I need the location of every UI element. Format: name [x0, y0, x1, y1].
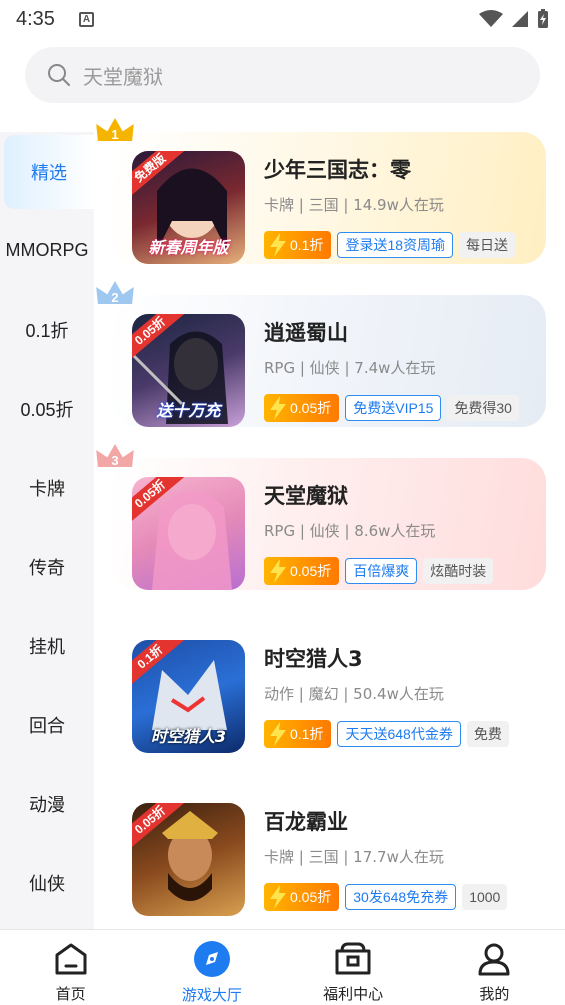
nav-game-hall[interactable]: 游戏大厅	[141, 930, 282, 1004]
category-turn-based[interactable]: 回合	[0, 685, 94, 764]
category-sidebar: 精选 MMORPG 0.1折 0.05折 卡牌 传奇 挂机 回合 动漫 仙侠	[0, 132, 94, 929]
thumbnail-caption: 时空猎人3	[150, 727, 227, 746]
search-bar[interactable]: 天堂魔狱	[25, 47, 540, 103]
welfare-tag: 免费送VIP15	[345, 395, 442, 421]
category-xianxia[interactable]: 仙侠	[0, 843, 94, 922]
category-0-05-discount[interactable]: 0.05折	[0, 369, 94, 448]
nav-profile[interactable]: 我的	[424, 930, 565, 1004]
extra-tag: 每日送	[459, 232, 516, 258]
status-bar: 4:35 A	[0, 0, 565, 38]
discount-badge: 0.05折	[264, 394, 340, 422]
discount-badge: 0.05折	[264, 557, 340, 585]
game-meta: 卡牌 | 三国 | 17.7w人在玩	[264, 848, 444, 866]
game-thumbnail[interactable]: 0.05折	[132, 803, 245, 916]
game-card[interactable]: 0.1折 时空猎人3 时空猎人3 动作 | 魔幻 | 50.4w人在玩 0.1折…	[113, 621, 546, 753]
discount-badge: 0.05折	[264, 883, 340, 911]
extra-tag: 1000	[462, 884, 508, 910]
discount-badge: 0.1折	[264, 720, 332, 748]
game-card[interactable]: 2 0.05折 送十万充 逍遥蜀山 RPG | 仙侠 | 7.4w人在玩 0.0…	[93, 276, 546, 427]
welfare-tag: 百倍爆爽	[345, 558, 418, 584]
tag-row: 0.05折 30发648免充券 1000	[264, 882, 527, 912]
profile-icon	[475, 940, 513, 977]
lightning-icon	[270, 722, 286, 746]
game-meta: RPG | 仙侠 | 8.6w人在玩	[264, 522, 436, 540]
bronze-crown-rank-icon: 3	[93, 439, 137, 469]
battery-icon	[538, 9, 548, 28]
game-meta: 卡牌 | 三国 | 14.9w人在玩	[264, 196, 444, 214]
extra-tag: 免费	[466, 721, 509, 747]
welfare-box-icon	[334, 940, 372, 977]
discount-text: 0.05折	[290, 889, 332, 905]
category-anime[interactable]: 动漫	[0, 764, 94, 843]
game-meta: RPG | 仙侠 | 7.4w人在玩	[264, 359, 436, 377]
tag-row: 0.1折 登录送18资周瑜 每日送	[264, 230, 527, 260]
game-title: 天堂魔狱	[264, 484, 348, 508]
game-card[interactable]: 0.05折 百龙霸业 卡牌 | 三国 | 17.7w人在玩 0.05折 30发6…	[113, 784, 546, 916]
extra-tag: 免费得30	[447, 395, 519, 421]
category-mmorpg[interactable]: MMORPG	[0, 211, 94, 290]
discount-text: 0.1折	[290, 726, 324, 742]
nav-game-hall-label: 游戏大厅	[181, 986, 242, 1004]
game-thumbnail[interactable]: 免费版 新春周年版	[132, 151, 245, 264]
game-meta: 动作 | 魔幻 | 50.4w人在玩	[264, 685, 444, 703]
game-thumbnail[interactable]: 0.05折 送十万充	[132, 314, 245, 427]
discount-badge: 0.1折	[264, 231, 332, 259]
category-card[interactable]: 卡牌	[0, 448, 94, 527]
discount-text: 0.05折	[290, 563, 332, 579]
nav-profile-label: 我的	[479, 985, 510, 1003]
tag-row: 0.05折 百倍爆爽 炫酷时装	[264, 556, 527, 586]
extra-tag: 炫酷时装	[423, 558, 494, 584]
tag-row: 0.05折 免费送VIP15 免费得30	[264, 393, 527, 423]
game-title: 百龙霸业	[264, 810, 348, 834]
thumbnail-caption: 新春周年版	[148, 238, 229, 257]
lightning-icon	[270, 396, 286, 420]
game-hall-icon	[193, 940, 231, 978]
status-time: 4:35	[16, 7, 55, 30]
welfare-tag: 天天送648代金券	[337, 721, 461, 747]
notification-a-icon: A	[78, 11, 94, 27]
game-card[interactable]: 1 免费版 新春周年版 少年三国志：零 卡牌 | 三国 | 14.9w人在玩 0…	[93, 113, 546, 264]
wifi-icon	[479, 10, 503, 27]
bottom-navigation: 首页 游戏大厅 福利中心 我的	[0, 929, 565, 1004]
nav-welfare-center-label: 福利中心	[323, 985, 384, 1003]
rank-number: 1	[111, 127, 118, 142]
nav-welfare-center[interactable]: 福利中心	[283, 930, 424, 1004]
category-featured[interactable]: 精选	[4, 135, 94, 209]
rank-number: 2	[111, 290, 118, 305]
nav-home[interactable]: 首页	[0, 930, 141, 1004]
game-thumbnail[interactable]: 0.05折	[132, 477, 245, 590]
lightning-icon	[270, 233, 286, 257]
category-legend[interactable]: 传奇	[0, 527, 94, 606]
home-icon	[52, 940, 90, 977]
search-placeholder: 天堂魔狱	[83, 64, 163, 89]
rank-number: 3	[111, 453, 118, 468]
signal-icon	[512, 11, 528, 27]
lightning-icon	[270, 559, 286, 583]
nav-home-label: 首页	[55, 985, 86, 1003]
silver-crown-rank-icon: 2	[93, 276, 137, 306]
game-title: 时空猎人3	[264, 647, 363, 671]
discount-text: 0.05折	[290, 400, 332, 416]
lightning-icon	[270, 885, 286, 909]
category-0-1-discount[interactable]: 0.1折	[0, 290, 94, 369]
discount-text: 0.1折	[290, 237, 324, 253]
gold-crown-rank-icon: 1	[93, 113, 137, 143]
tag-row: 0.1折 天天送648代金券 免费	[264, 719, 527, 749]
game-card[interactable]: 3 0.05折 天堂魔狱 RPG | 仙侠 | 8.6w人在玩 0.05折 百倍…	[93, 439, 546, 590]
thumbnail-caption: 送十万充	[156, 401, 221, 420]
category-idle[interactable]: 挂机	[0, 606, 94, 685]
search-icon	[48, 64, 70, 86]
game-title: 少年三国志：零	[264, 158, 411, 182]
game-title: 逍遥蜀山	[264, 321, 348, 345]
welfare-tag: 30发648免充券	[345, 884, 457, 910]
game-thumbnail[interactable]: 0.1折 时空猎人3	[132, 640, 245, 753]
status-icons	[479, 9, 549, 29]
welfare-tag: 登录送18资周瑜	[337, 232, 454, 258]
